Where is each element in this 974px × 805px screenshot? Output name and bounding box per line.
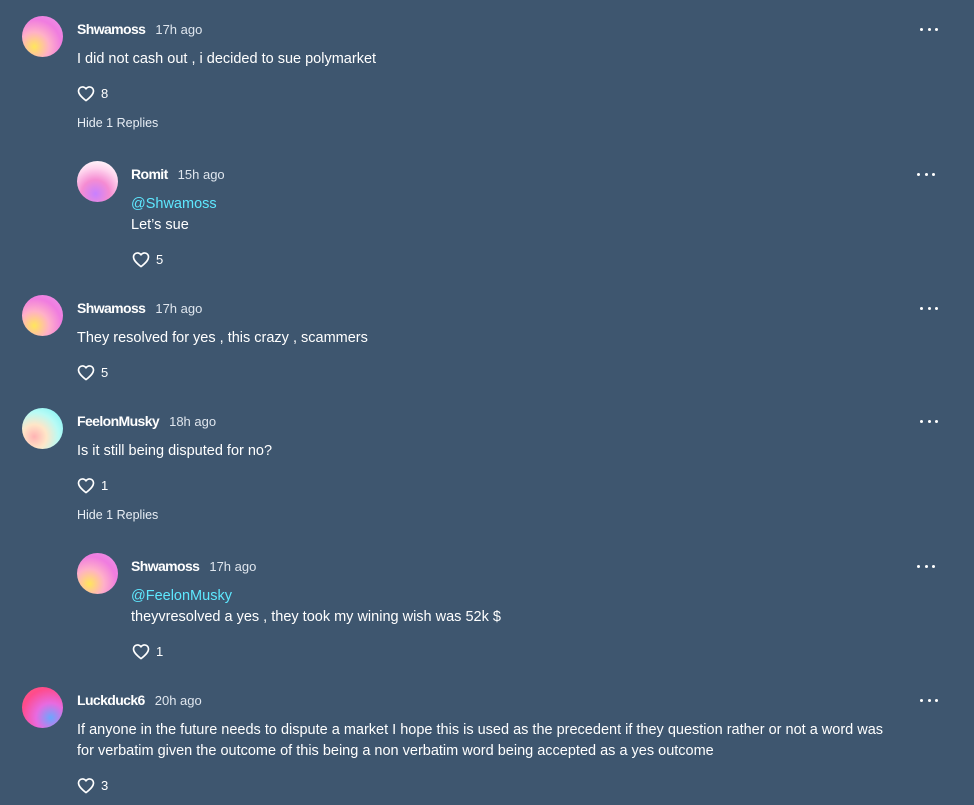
heart-outline-icon — [132, 252, 150, 268]
mention-link[interactable]: @FeelonMusky — [131, 586, 232, 607]
like-count: 1 — [101, 478, 109, 493]
like-count: 8 — [101, 86, 109, 101]
hide-replies-button[interactable]: Hide 1 Replies — [77, 116, 158, 130]
comment-text: theyvresolved a yes , they took my winin… — [131, 609, 501, 625]
like-button[interactable]: 5 — [77, 364, 108, 381]
comment-header: Romit 15h ago — [131, 166, 225, 182]
comment-header: Shwamoss 17h ago — [77, 300, 202, 316]
avatar[interactable] — [77, 161, 118, 202]
comment-text-line-2: for verbatim given the outcome of this b… — [77, 743, 714, 759]
like-button[interactable]: 3 — [77, 777, 108, 794]
timestamp: 17h ago — [155, 22, 203, 37]
like-count: 5 — [156, 252, 164, 267]
avatar[interactable] — [77, 553, 118, 594]
username[interactable]: FeelonMusky — [77, 413, 160, 429]
more-options-icon[interactable] — [917, 169, 935, 179]
timestamp: 20h ago — [154, 693, 202, 708]
heart-outline-icon — [132, 644, 150, 660]
username[interactable]: Luckduck6 — [77, 692, 145, 708]
comment-header: Shwamoss 17h ago — [77, 21, 202, 37]
more-options-icon[interactable] — [920, 303, 938, 313]
heart-outline-icon — [77, 86, 95, 102]
heart-outline-icon — [77, 365, 95, 381]
username[interactable]: Shwamoss — [77, 21, 146, 37]
timestamp: 15h ago — [177, 167, 225, 182]
more-options-icon[interactable] — [920, 24, 938, 34]
comment-text: Is it still being disputed for no? — [77, 443, 273, 459]
more-options-icon[interactable] — [920, 416, 938, 426]
timestamp: 18h ago — [169, 414, 217, 429]
more-options-icon[interactable] — [917, 561, 935, 571]
comment-text-line-1: If anyone in the future needs to dispute… — [77, 722, 884, 738]
hide-replies-button[interactable]: Hide 1 Replies — [77, 508, 158, 522]
like-button[interactable]: 8 — [77, 85, 108, 102]
username[interactable]: Shwamoss — [131, 558, 200, 574]
avatar[interactable] — [22, 295, 63, 336]
like-count: 1 — [156, 644, 164, 659]
like-button[interactable]: 5 — [132, 251, 163, 268]
heart-outline-icon — [77, 478, 95, 494]
avatar[interactable] — [22, 408, 63, 449]
mention-link[interactable]: @Shwamoss — [131, 194, 217, 215]
username[interactable]: Romit — [131, 166, 168, 182]
comment-header: FeelonMusky 18h ago — [77, 413, 216, 429]
timestamp: 17h ago — [209, 559, 257, 574]
like-count: 5 — [101, 365, 109, 380]
avatar[interactable] — [22, 16, 63, 57]
avatar[interactable] — [22, 687, 63, 728]
more-options-icon[interactable] — [920, 695, 938, 705]
comment-text: I did not cash out , i decided to sue po… — [77, 51, 377, 67]
heart-outline-icon — [77, 778, 95, 794]
comment-header: Luckduck6 20h ago — [77, 692, 202, 708]
comment-text: Let’s sue — [131, 217, 189, 233]
comment-header: Shwamoss 17h ago — [131, 558, 256, 574]
timestamp: 17h ago — [155, 301, 203, 316]
like-button[interactable]: 1 — [132, 643, 163, 660]
like-button[interactable]: 1 — [77, 477, 108, 494]
comment-text: They resolved for yes , this crazy , sca… — [77, 330, 368, 346]
username[interactable]: Shwamoss — [77, 300, 146, 316]
like-count: 3 — [101, 778, 109, 793]
